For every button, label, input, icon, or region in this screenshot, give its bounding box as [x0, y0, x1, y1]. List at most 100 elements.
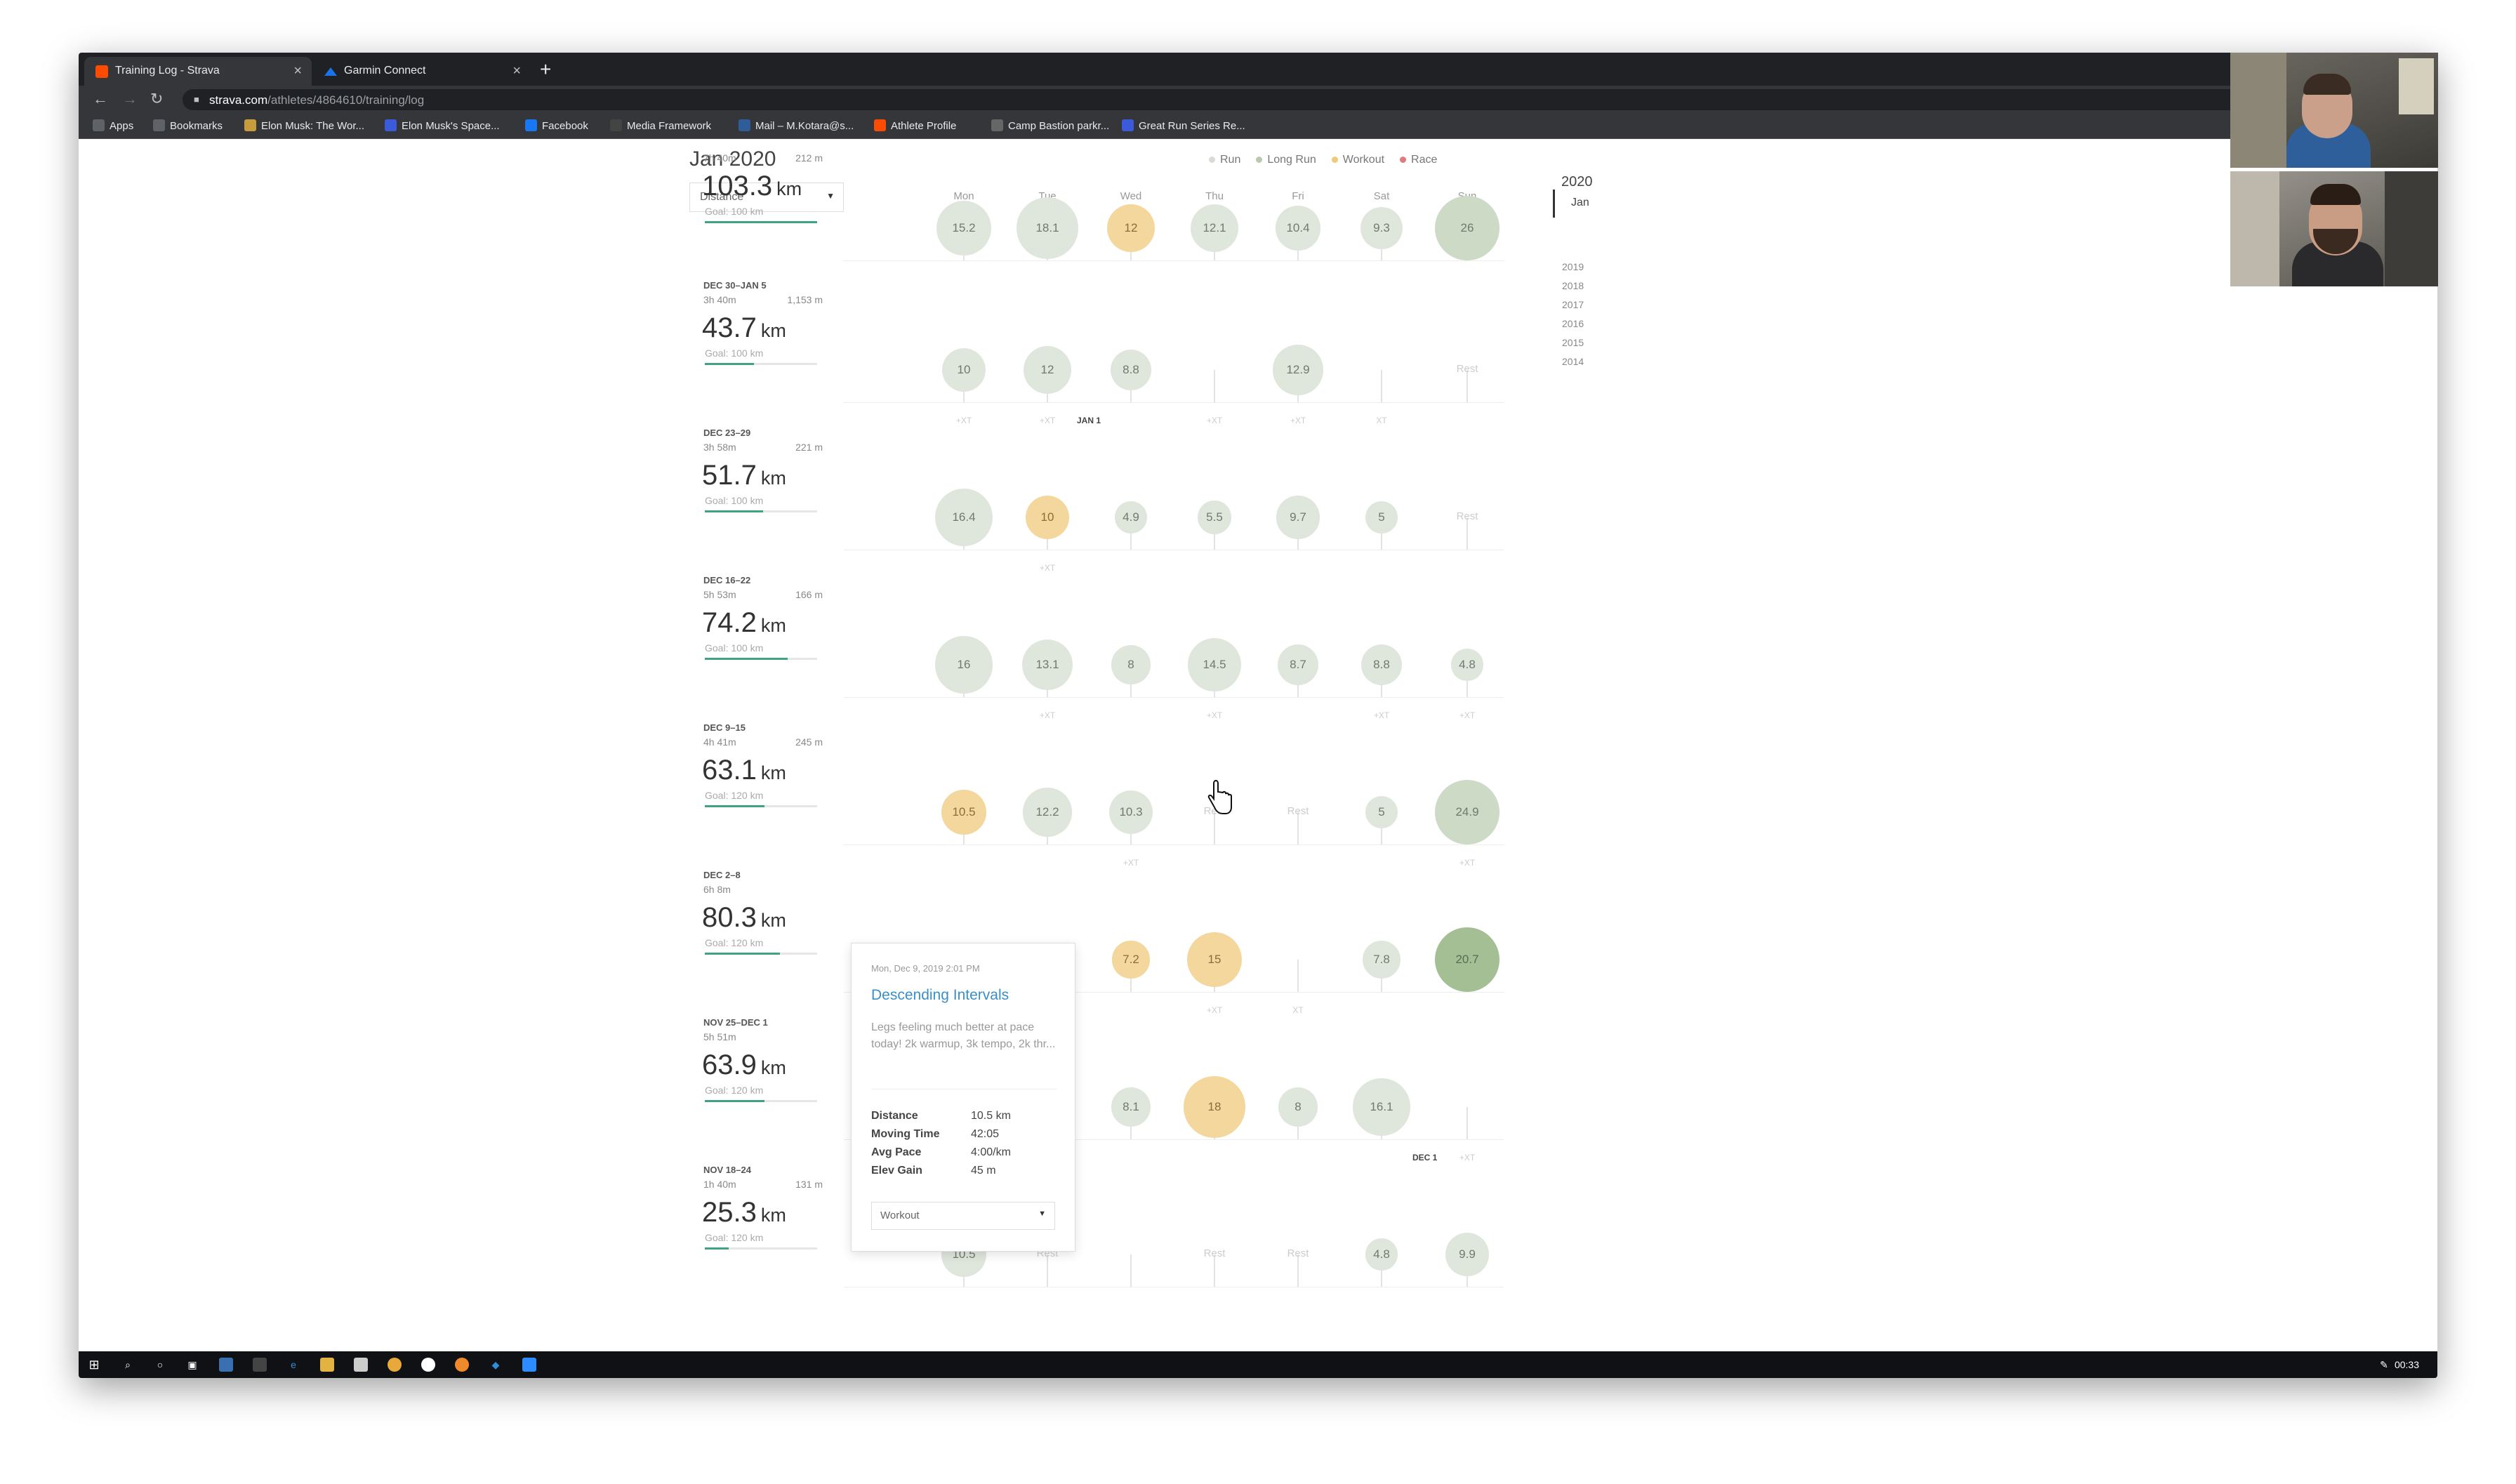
activity-bubble[interactable]: 16: [935, 636, 993, 694]
goal-progress-bar: [705, 363, 817, 365]
reload-icon[interactable]: ↻: [150, 90, 163, 108]
activity-bubble[interactable]: 8.7: [1278, 644, 1318, 685]
windows-start-icon[interactable]: ⊞: [87, 1358, 101, 1372]
store-icon[interactable]: [354, 1358, 368, 1372]
activity-bubble[interactable]: 10.5: [941, 790, 986, 835]
bookmark-item[interactable]: Athlete Profile: [874, 119, 957, 132]
activity-bubble[interactable]: 14.5: [1187, 637, 1242, 692]
new-tab-button[interactable]: +: [540, 58, 551, 81]
bookmark-item[interactable]: Great Run Series Re...: [1122, 119, 1245, 132]
tab-garmin-connect[interactable]: Garmin Connect ×: [313, 57, 531, 86]
zoom-icon[interactable]: [522, 1358, 536, 1372]
activity-bubble[interactable]: 10.4: [1276, 206, 1320, 251]
forward-icon[interactable]: →: [122, 90, 138, 108]
activity-bubble[interactable]: 8: [1111, 645, 1151, 684]
cortana-icon[interactable]: ○: [153, 1358, 167, 1372]
activity-bubble[interactable]: 7.8: [1362, 940, 1401, 979]
bookmark-label: Great Run Series Re...: [1139, 120, 1245, 132]
activity-bubble[interactable]: 5.5: [1198, 501, 1231, 534]
back-icon[interactable]: ←: [93, 90, 108, 108]
activity-bubble[interactable]: 20.7: [1435, 927, 1499, 992]
tab-training-log[interactable]: Training Log - Strava ×: [84, 57, 312, 86]
year-link[interactable]: 2019: [1562, 261, 1584, 272]
bookmark-item[interactable]: Elon Musk's Space...: [385, 119, 500, 132]
activity-bubble[interactable]: 8: [1278, 1087, 1318, 1127]
activity-bubble[interactable]: 10.3: [1108, 790, 1153, 835]
activity-title-link[interactable]: Descending Intervals: [871, 987, 1009, 1004]
activity-bubble[interactable]: 4.8: [1451, 649, 1483, 681]
week-elevation: 221 m: [795, 442, 823, 453]
activity-bubble[interactable]: 9.7: [1276, 496, 1320, 539]
activity-bubble[interactable]: 4.9: [1115, 501, 1147, 534]
activity-bubble[interactable]: 16.4: [934, 488, 993, 547]
chevron-down-icon: ▼: [1038, 1210, 1046, 1218]
activity-bubble[interactable]: 10: [942, 348, 986, 392]
search-icon[interactable]: ⌕: [121, 1358, 135, 1372]
activity-bubble[interactable]: 7.2: [1112, 941, 1150, 979]
activity-bubble[interactable]: 15: [1187, 932, 1242, 987]
day-stem: [1381, 370, 1382, 402]
activity-bubble[interactable]: 5: [1365, 796, 1398, 828]
year-link[interactable]: 2015: [1562, 337, 1584, 348]
edge-icon[interactable]: e: [286, 1358, 300, 1372]
week-distance: 74.2 km: [702, 607, 786, 639]
terminal-icon[interactable]: [253, 1358, 267, 1372]
week-goal: Goal: 100 km: [705, 642, 764, 654]
activity-bubble[interactable]: 18: [1184, 1076, 1245, 1138]
bookmark-label: Bookmarks: [170, 120, 223, 132]
app-icon[interactable]: [219, 1358, 233, 1372]
chrome-icon[interactable]: [388, 1358, 402, 1372]
bookmark-item[interactable]: Camp Bastion parkr...: [991, 119, 1109, 132]
bookmark-item[interactable]: Media Framework: [610, 119, 711, 132]
activity-bubble[interactable]: 12.1: [1190, 204, 1239, 253]
week-time: 1h 40m: [703, 1179, 736, 1190]
bookmark-item[interactable]: Mail – M.Kotara@s...: [739, 119, 854, 132]
bookmark-label: Apps: [110, 120, 134, 132]
close-tab-icon[interactable]: ×: [293, 63, 302, 79]
month-current[interactable]: Jan: [1571, 197, 1589, 209]
file-explorer-icon[interactable]: [320, 1358, 334, 1372]
activity-bubble[interactable]: 8.1: [1111, 1087, 1151, 1127]
activity-bubble[interactable]: 12: [1106, 204, 1156, 253]
activity-bubble[interactable]: 15.2: [936, 200, 992, 256]
week-row: DEC 30–JAN 5 3h 40m 1,153 m 43.7 km Goal: 100…: [79, 272, 2437, 425]
activity-bubble[interactable]: 4.8: [1365, 1238, 1398, 1271]
stat-label: Avg Pace: [871, 1146, 922, 1158]
address-bar[interactable]: ■ strava.com/athletes/4864610/training/l…: [183, 89, 2303, 110]
pen-icon[interactable]: ✎: [2377, 1358, 2391, 1372]
bookmark-item[interactable]: Elon Musk: The Wor...: [244, 119, 364, 132]
activity-bubble[interactable]: 24.9: [1435, 780, 1499, 844]
year-link[interactable]: 2018: [1562, 280, 1584, 291]
week-distance-unit: km: [760, 1057, 786, 1078]
activity-bubble[interactable]: 10: [1026, 496, 1069, 539]
activity-bubble[interactable]: 12.9: [1273, 345, 1323, 395]
activity-bubble[interactable]: 12.2: [1023, 788, 1072, 837]
close-tab-icon[interactable]: ×: [512, 63, 521, 79]
activity-bubble[interactable]: 5: [1365, 501, 1398, 534]
activity-bubble[interactable]: 9.9: [1445, 1233, 1489, 1276]
bookmark-item[interactable]: Bookmarks: [153, 119, 223, 132]
bookmark-item[interactable]: Apps: [93, 119, 134, 132]
year-link[interactable]: 2016: [1562, 318, 1584, 329]
bookmark-label: Athlete Profile: [891, 120, 957, 132]
activity-bubble[interactable]: 8.8: [1110, 349, 1152, 391]
activity-bubble[interactable]: 26: [1435, 196, 1499, 260]
activity-bubble[interactable]: 9.3: [1360, 207, 1403, 249]
activity-bubble[interactable]: 8.8: [1360, 644, 1403, 686]
activity-date: Mon, Dec 9, 2019 2:01 PM: [871, 963, 980, 974]
year-current[interactable]: 2020: [1561, 174, 1593, 190]
activity-bubble[interactable]: 16.1: [1353, 1078, 1410, 1136]
activity-type-select[interactable]: Workout ▼: [871, 1202, 1055, 1230]
bookmark-label: Elon Musk's Space...: [402, 120, 500, 132]
activity-bubble[interactable]: 12: [1023, 345, 1072, 395]
strava-favicon-icon: [95, 65, 108, 78]
task-view-icon[interactable]: ▣: [185, 1358, 199, 1372]
app-circle-icon[interactable]: [421, 1358, 435, 1372]
bookmark-item[interactable]: Facebook: [525, 119, 588, 132]
app-orange-icon[interactable]: [455, 1358, 469, 1372]
vscode-icon[interactable]: ◆: [489, 1358, 503, 1372]
year-link[interactable]: 2017: [1562, 299, 1584, 310]
activity-bubble[interactable]: 18.1: [1017, 197, 1078, 259]
year-link[interactable]: 2014: [1562, 356, 1584, 367]
activity-bubble[interactable]: 13.1: [1022, 640, 1073, 690]
